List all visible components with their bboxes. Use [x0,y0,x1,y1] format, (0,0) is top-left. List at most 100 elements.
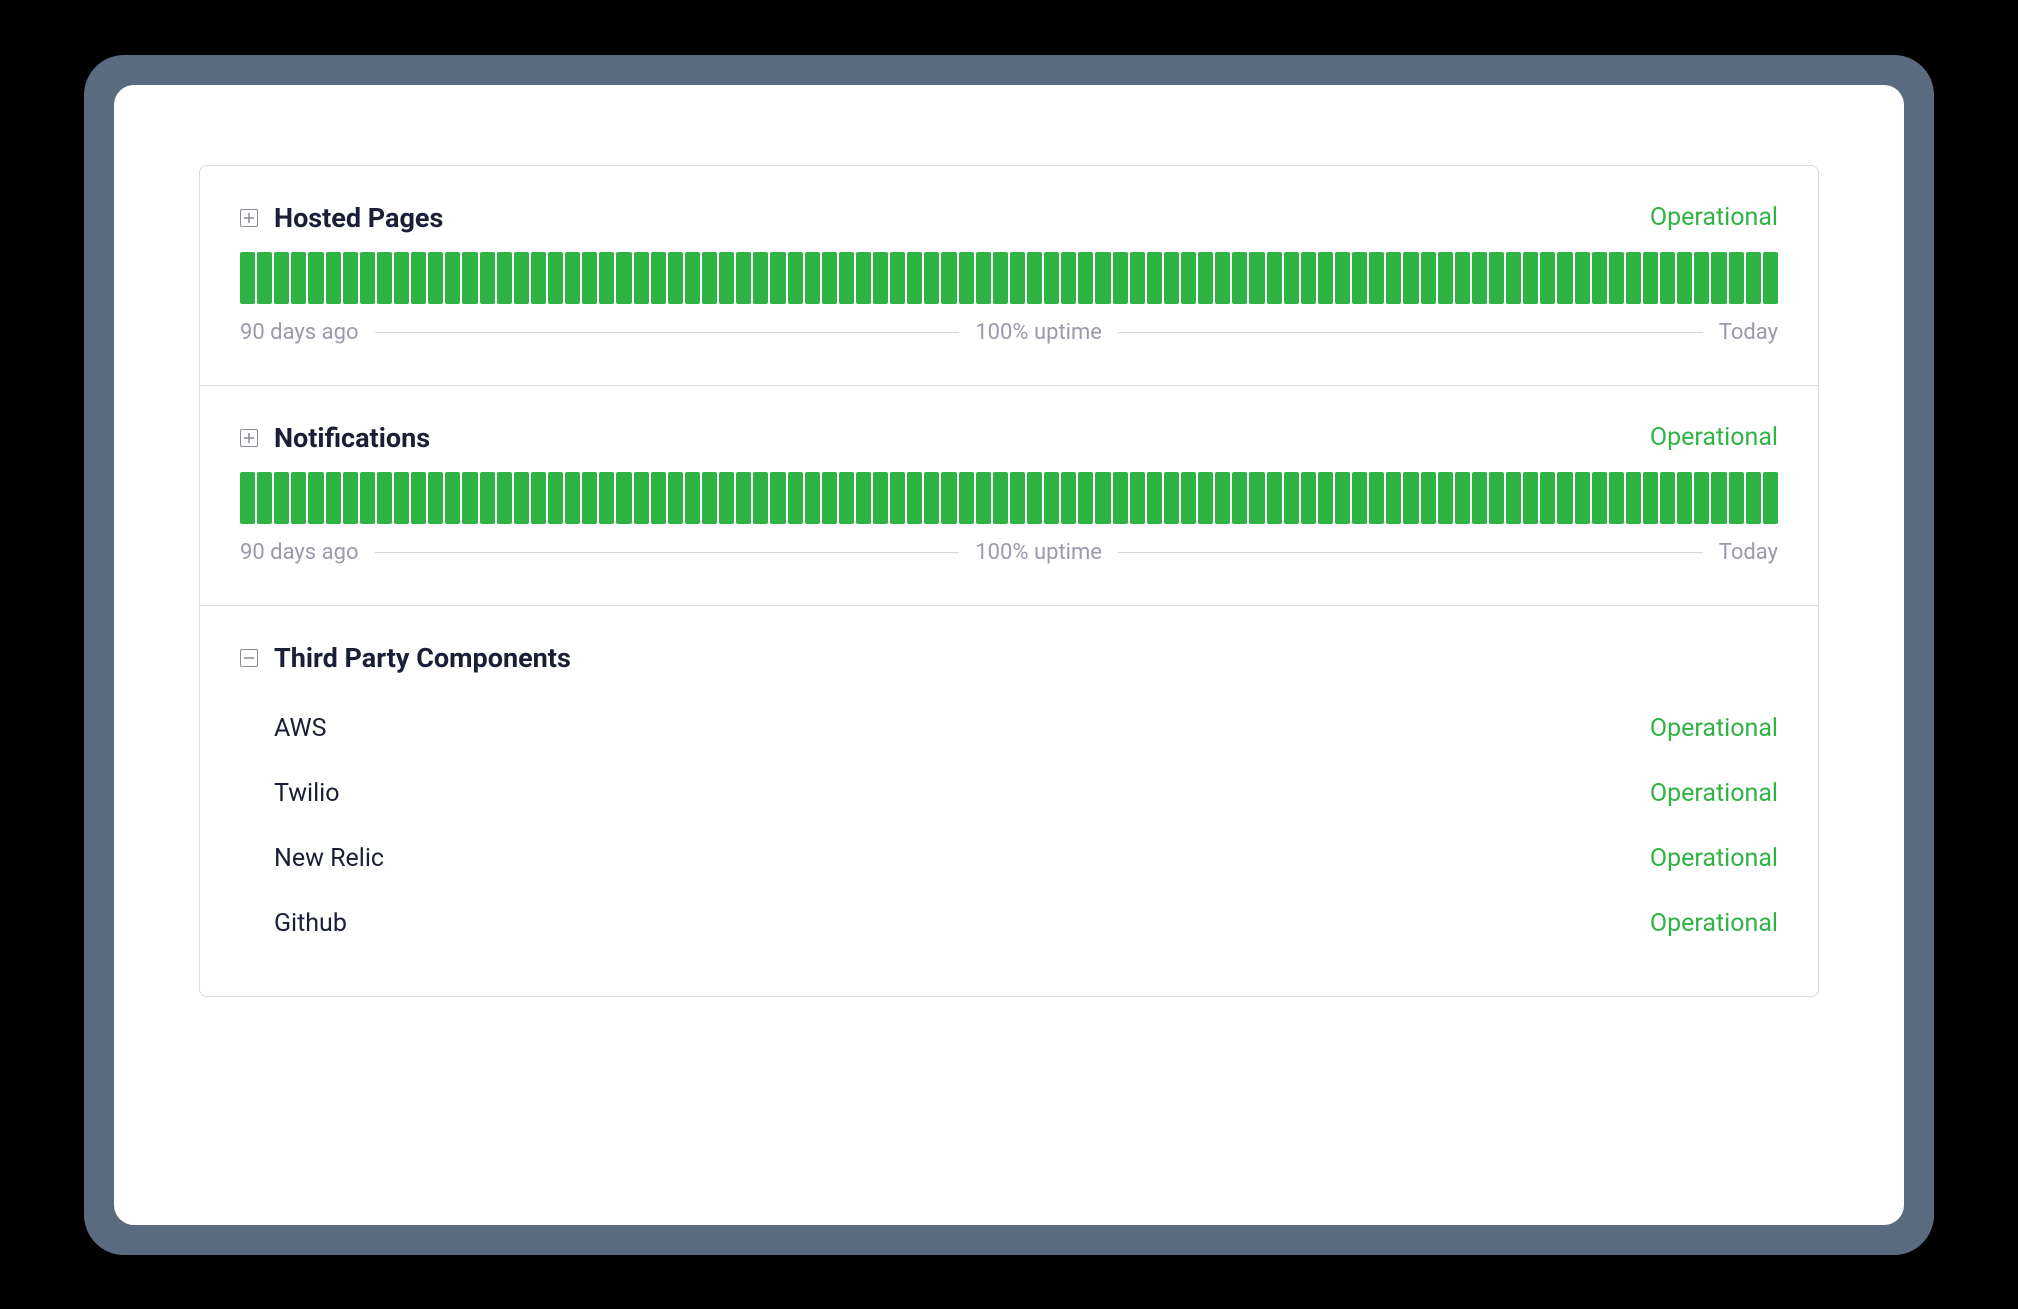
uptime-bar[interactable] [668,472,683,524]
uptime-bar[interactable] [1044,472,1059,524]
uptime-bar[interactable] [1694,472,1709,524]
uptime-bar[interactable] [736,472,751,524]
uptime-bar[interactable] [343,252,358,304]
collapse-minus-icon[interactable] [240,649,258,667]
uptime-bar[interactable] [1027,472,1042,524]
uptime-bar[interactable] [240,252,255,304]
uptime-bar[interactable] [582,252,597,304]
uptime-bar[interactable] [240,472,255,524]
uptime-bar[interactable] [360,472,375,524]
uptime-bar[interactable] [445,252,460,304]
uptime-bar[interactable] [753,252,768,304]
uptime-bar[interactable] [1711,472,1726,524]
uptime-bar[interactable] [1267,472,1282,524]
uptime-bar[interactable] [907,252,922,304]
uptime-bar[interactable] [1369,472,1384,524]
uptime-bar[interactable] [941,252,956,304]
uptime-bar[interactable] [856,472,871,524]
uptime-bar[interactable] [1575,472,1590,524]
uptime-bar[interactable] [1643,252,1658,304]
uptime-bar[interactable] [1506,252,1521,304]
uptime-bar[interactable] [1455,472,1470,524]
uptime-bar[interactable] [1438,472,1453,524]
uptime-bar[interactable] [941,472,956,524]
uptime-bar[interactable] [1626,472,1641,524]
uptime-bar[interactable] [1592,472,1607,524]
uptime-bar[interactable] [873,472,888,524]
uptime-bar[interactable] [1746,252,1761,304]
uptime-bar[interactable] [1130,252,1145,304]
uptime-bar[interactable] [531,472,546,524]
uptime-bar[interactable] [1284,252,1299,304]
uptime-bar[interactable] [1660,472,1675,524]
uptime-bar[interactable] [514,252,529,304]
uptime-bar[interactable] [1438,252,1453,304]
uptime-bar[interactable] [1232,472,1247,524]
uptime-bar[interactable] [822,472,837,524]
uptime-bar[interactable] [1489,252,1504,304]
uptime-bar[interactable] [719,472,734,524]
uptime-bar[interactable] [1198,252,1213,304]
uptime-bar[interactable] [291,472,306,524]
uptime-bar[interactable] [480,252,495,304]
uptime-bar[interactable] [1147,252,1162,304]
uptime-bar[interactable] [907,472,922,524]
uptime-bar[interactable] [788,252,803,304]
uptime-bar[interactable] [1318,472,1333,524]
uptime-bar[interactable] [1403,252,1418,304]
uptime-bar[interactable] [770,252,785,304]
uptime-bar[interactable] [377,472,392,524]
uptime-bar[interactable] [326,252,341,304]
uptime-bar[interactable] [616,252,631,304]
uptime-bar[interactable] [1318,252,1333,304]
uptime-bar[interactable] [873,252,888,304]
uptime-bar[interactable] [685,472,700,524]
uptime-bar[interactable] [1301,472,1316,524]
uptime-bar[interactable] [462,252,477,304]
uptime-bar[interactable] [1198,472,1213,524]
uptime-bar[interactable] [1643,472,1658,524]
uptime-bar[interactable] [1027,252,1042,304]
uptime-bar[interactable] [1489,472,1504,524]
uptime-bar[interactable] [1164,472,1179,524]
uptime-bar[interactable] [1147,472,1162,524]
uptime-bar[interactable] [1095,252,1110,304]
uptime-bar[interactable] [1746,472,1761,524]
uptime-bar[interactable] [976,252,991,304]
uptime-bar[interactable] [326,472,341,524]
uptime-bar[interactable] [1677,472,1692,524]
uptime-bar[interactable] [1523,252,1538,304]
uptime-bar[interactable] [257,252,272,304]
uptime-bar[interactable] [514,472,529,524]
uptime-bar[interactable] [1010,252,1025,304]
uptime-bar[interactable] [1472,472,1487,524]
uptime-bar[interactable] [856,252,871,304]
uptime-bar[interactable] [1010,472,1025,524]
uptime-bar[interactable] [1386,472,1401,524]
uptime-bar[interactable] [1181,472,1196,524]
uptime-bar[interactable] [582,472,597,524]
uptime-bar[interactable] [1523,472,1538,524]
uptime-bar[interactable] [1215,252,1230,304]
uptime-bar[interactable] [1421,472,1436,524]
uptime-bar[interactable] [668,252,683,304]
uptime-bar[interactable] [1078,252,1093,304]
uptime-bar[interactable] [1729,472,1744,524]
uptime-bar[interactable] [890,472,905,524]
uptime-bar[interactable] [1284,472,1299,524]
uptime-bar[interactable] [616,472,631,524]
uptime-bar[interactable] [770,472,785,524]
uptime-bar[interactable] [959,472,974,524]
uptime-bar[interactable] [993,252,1008,304]
uptime-bar[interactable] [1232,252,1247,304]
uptime-bar[interactable] [736,252,751,304]
uptime-bar[interactable] [1421,252,1436,304]
uptime-bar[interactable] [1352,472,1367,524]
uptime-bar[interactable] [1267,252,1282,304]
uptime-bar[interactable] [1763,252,1778,304]
uptime-bar[interactable] [685,252,700,304]
uptime-bar[interactable] [1540,252,1555,304]
uptime-bar[interactable] [1472,252,1487,304]
uptime-bar[interactable] [1403,472,1418,524]
uptime-bar[interactable] [1078,472,1093,524]
